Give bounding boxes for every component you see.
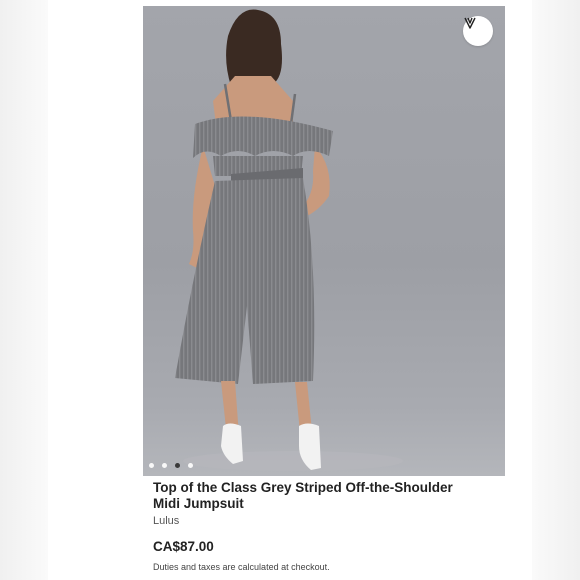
gallery-dot-active[interactable] [175, 463, 180, 468]
product-brand[interactable]: Lulus [153, 515, 179, 527]
duties-note: Duties and taxes are calculated at check… [153, 562, 330, 572]
model-illustration [175, 9, 403, 471]
gallery-dot[interactable] [149, 463, 154, 468]
right-margin [532, 0, 580, 580]
product-title: Top of the Class Grey Striped Off-the-Sh… [153, 480, 453, 511]
gallery-dot[interactable] [162, 463, 167, 468]
product-image[interactable] [143, 6, 505, 476]
v-logo-icon [464, 17, 476, 29]
product-card: Top of the Class Grey Striped Off-the-Sh… [48, 0, 532, 580]
like-button[interactable] [463, 16, 493, 46]
product-price: CA$87.00 [153, 539, 214, 554]
gallery-dots [149, 463, 193, 468]
gallery-dot[interactable] [188, 463, 193, 468]
left-margin [0, 0, 48, 580]
